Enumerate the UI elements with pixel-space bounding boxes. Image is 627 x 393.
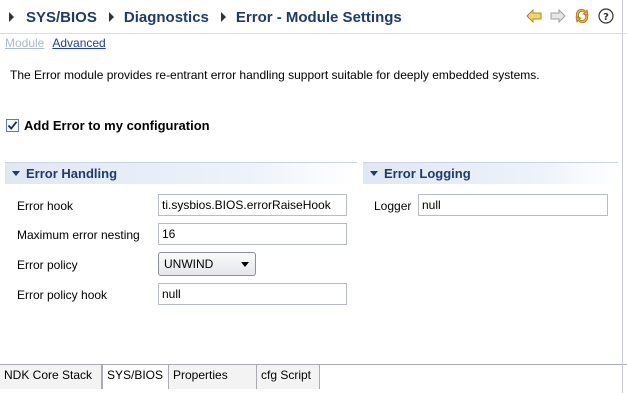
subtab-module: Module <box>5 36 45 50</box>
error-hook-label: Error hook <box>17 199 74 213</box>
header-divider <box>0 33 627 34</box>
collapse-icon <box>370 171 378 176</box>
error-policy-label: Error policy <box>17 258 78 272</box>
collapse-icon <box>12 171 20 176</box>
section-title: Error Logging <box>384 166 471 181</box>
section-title: Error Handling <box>26 166 118 181</box>
error-policy-value: UNWIND <box>164 257 214 271</box>
chevron-down-icon <box>241 262 249 267</box>
add-config-row: Add Error to my configuration <box>6 118 210 133</box>
error-hook-field[interactable]: ti.sysbios.BIOS.errorRaiseHook <box>158 194 347 216</box>
forward-icon[interactable] <box>549 7 567 25</box>
breadcrumb-item-sysbios[interactable]: SYS/BIOS <box>26 9 97 26</box>
add-config-checkbox[interactable] <box>6 119 19 132</box>
tab-sysbios[interactable]: SYS/BIOS <box>102 365 169 389</box>
tab-properties[interactable]: Properties <box>169 365 257 389</box>
tab-cfg-script[interactable]: cfg Script <box>257 365 320 389</box>
checkmark-icon <box>7 121 18 130</box>
bottom-tabs: NDK Core Stack SYS/BIOS Properties cfg S… <box>0 365 320 389</box>
add-config-label: Add Error to my configuration <box>24 118 210 133</box>
subtabs: Module Advanced <box>5 36 106 50</box>
max-error-nesting-label: Maximum error nesting <box>17 228 140 242</box>
error-policy-hook-label: Error policy hook <box>17 288 108 302</box>
logger-label: Logger <box>374 199 412 213</box>
refresh-icon[interactable] <box>573 7 591 25</box>
breadcrumb-arrow-icon <box>9 12 14 22</box>
section-error-handling[interactable]: Error Handling <box>5 162 357 184</box>
subtab-advanced[interactable]: Advanced <box>52 36 105 50</box>
tab-ndk-core-stack[interactable]: NDK Core Stack <box>0 365 102 389</box>
breadcrumb-arrow-icon <box>108 12 114 22</box>
header-toolbar: ? <box>525 7 615 25</box>
error-policy-select[interactable]: UNWIND <box>158 252 256 276</box>
error-policy-hook-field[interactable]: null <box>158 283 347 305</box>
logger-field[interactable]: null <box>418 194 608 216</box>
breadcrumb-arrow-icon <box>220 12 226 22</box>
page-title: Error - Module Settings <box>235 8 402 26</box>
section-error-logging[interactable]: Error Logging <box>363 162 618 184</box>
help-icon[interactable]: ? <box>597 7 615 25</box>
max-error-nesting-field[interactable]: 16 <box>158 223 347 245</box>
breadcrumb-item-diagnostics[interactable]: Diagnostics <box>124 9 209 26</box>
module-description: The Error module provides re-entrant err… <box>10 68 540 82</box>
editor-right-border <box>622 0 623 393</box>
svg-text:?: ? <box>603 12 609 23</box>
back-icon[interactable] <box>525 7 543 25</box>
